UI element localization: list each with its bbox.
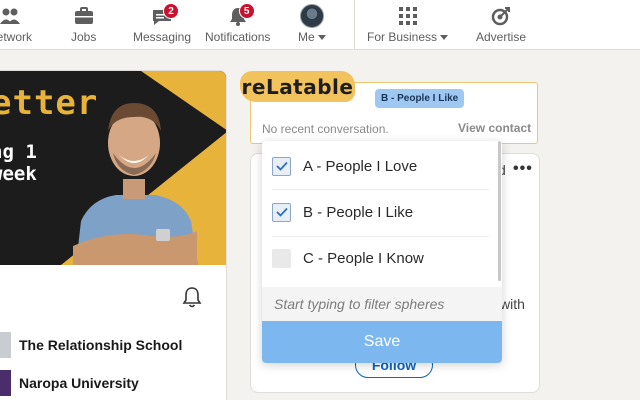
nav-notifications[interactable]: 5 Notifications	[205, 3, 271, 47]
top-navigation: Network Jobs 2 Messaging 5 Notifications…	[0, 0, 640, 50]
messaging-badge: 2	[163, 3, 180, 19]
nav-advertise[interactable]: Advertise	[476, 5, 526, 47]
sphere-option[interactable]: B - People I Like	[262, 189, 502, 235]
sphere-option-label: A - People I Love	[303, 157, 418, 175]
org-logo	[0, 332, 11, 358]
sphere-chip[interactable]: B - People I Like	[375, 89, 465, 108]
profile-banner: etter ng 1 week	[0, 71, 226, 265]
sphere-option-label: B - People I Like	[303, 203, 414, 221]
chevron-down-icon	[440, 34, 449, 40]
nav-divider	[354, 0, 355, 50]
grid-icon	[396, 5, 420, 27]
sphere-dropdown: A - People I Love B - People I Like C - …	[262, 141, 502, 363]
sphere-option[interactable]: C - People I Know	[262, 235, 502, 281]
more-options-icon[interactable]: •••	[513, 160, 533, 178]
nav-jobs[interactable]: Jobs	[71, 5, 96, 47]
nav-notifications-label: Notifications	[205, 30, 271, 44]
banner-headline: etter	[0, 83, 99, 123]
nav-advertise-label: Advertise	[476, 30, 527, 44]
nav-for-business-label: For Business	[367, 30, 438, 44]
nav-messaging[interactable]: 2 Messaging	[133, 3, 192, 47]
org-name: The Relationship School	[19, 337, 183, 353]
checkmark-icon	[275, 207, 288, 217]
relatable-logo: reLatable	[240, 71, 355, 102]
sphere-filter-input[interactable]: Start typing to filter spheres	[262, 287, 502, 321]
banner-subline-2: week	[0, 163, 37, 185]
nav-messaging-label: Messaging	[133, 30, 192, 44]
org-logo	[0, 370, 11, 396]
bell-icon[interactable]	[181, 285, 203, 314]
chevron-down-icon	[317, 34, 326, 40]
avatar	[299, 4, 324, 28]
view-contact-link[interactable]: View contact	[458, 121, 531, 135]
nav-network[interactable]: Network	[0, 5, 32, 47]
save-button[interactable]: Save	[262, 321, 502, 363]
nav-for-business[interactable]: For Business	[367, 5, 449, 47]
checkbox-checked[interactable]	[272, 156, 291, 176]
no-recent-conversation: No recent conversation.	[262, 122, 389, 136]
checkbox-unchecked[interactable]	[272, 248, 291, 268]
nav-network-label: Network	[0, 30, 33, 44]
nav-me[interactable]: Me	[298, 4, 326, 47]
notifications-badge: 5	[238, 3, 255, 19]
sphere-option[interactable]: A - People I Love	[262, 143, 502, 189]
checkmark-icon	[275, 161, 288, 171]
partial-text: with	[500, 296, 525, 312]
profile-card: etter ng 1 week The Relationship School …	[0, 70, 227, 400]
org-name: Naropa University	[19, 375, 139, 391]
organization-item[interactable]: The Relationship School	[0, 330, 182, 360]
network-icon	[0, 5, 22, 27]
checkbox-checked[interactable]	[272, 202, 291, 222]
sphere-option-label: C - People I Know	[303, 249, 424, 267]
advertise-icon	[489, 5, 513, 27]
briefcase-icon	[72, 5, 96, 27]
nav-jobs-label: Jobs	[71, 30, 97, 44]
nav-me-label: Me	[298, 30, 315, 44]
banner-subline-1: ng 1	[0, 141, 37, 163]
messaging-icon: 2	[150, 3, 180, 27]
organization-item[interactable]: Naropa University	[0, 368, 139, 398]
bell-icon: 5	[226, 3, 255, 27]
